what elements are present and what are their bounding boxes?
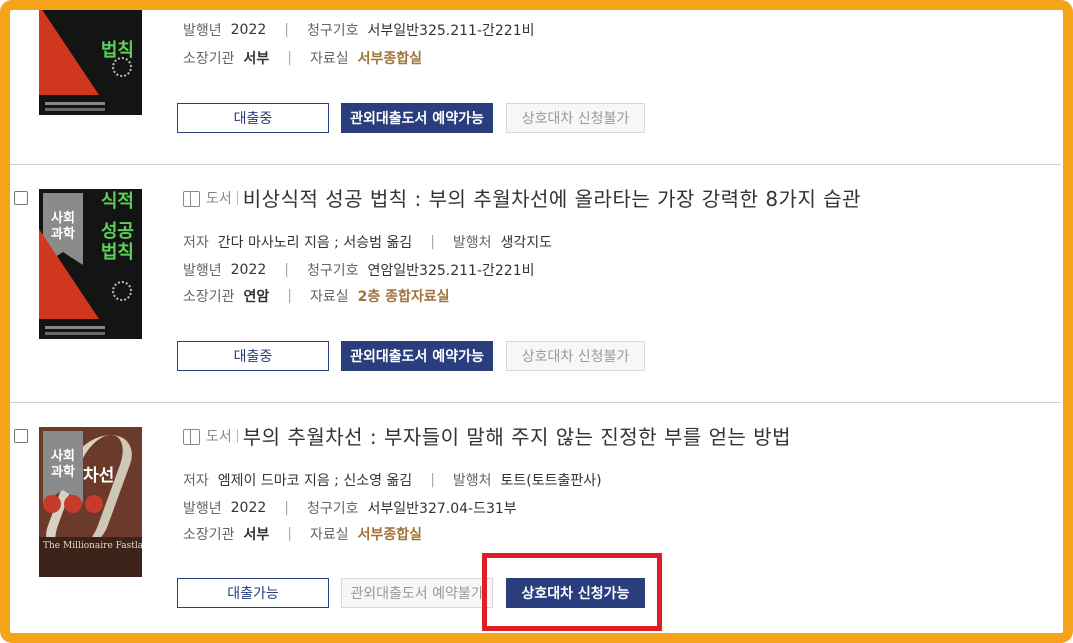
room-value: 서부종합실 [357,51,423,67]
cover-title-text: 차선 [83,466,115,486]
publisher-value: 토트(토트출판사) [500,473,602,489]
cover-english-title: The Millionaire Fastlane [43,541,142,551]
meta-divider: | [284,262,289,278]
meta-row-author: 저자 간다 마사노리 지음 ; 서승범 옮김 | 발행처 생각지도 [183,232,552,252]
author-value: 간다 마사노리 지음 ; 서승범 옮김 [217,235,413,251]
badge-line-1: 사회 [51,449,75,464]
badge-line-1: 사회 [51,211,75,226]
call-number-label: 청구기호 [307,501,359,517]
material-type-label: 도서 [206,428,232,445]
result-item-1: 법칙 발행년 2022 | 청구기호 서부일반325.211-간221비 소장기… [10,0,1061,165]
holding-library-value: 서부 [243,51,270,67]
book-cover-image[interactable]: 사회 과학 차선 The Millionaire Fastlane [39,427,142,577]
meta-divider: | [430,472,435,488]
loan-status-button[interactable]: 대출가능 [177,578,329,608]
book-cover-image[interactable]: 식적 사회 과학 성공 법칙 [39,189,142,339]
room-value: 2층 종합자료실 [357,289,450,305]
call-number-value: 연암일반325.211-간221비 [367,263,535,279]
book-title-link[interactable]: 비상식적 성공 법칙 : 부의 추월차선에 올라타는 가장 강력한 8가지 습관 [243,183,861,212]
holding-library-label: 소장기관 [183,527,235,543]
call-number-value: 서부일반325.211-간221비 [367,23,535,39]
interlibrary-loan-button[interactable]: 상호대차 신청불가 [506,103,645,133]
meta-row-location: 소장기관 연암 | 자료실 2층 종합자료실 [183,286,450,306]
pub-year-label: 발행년 [183,23,222,39]
holding-library-label: 소장기관 [183,51,235,67]
holding-library-value: 연암 [243,289,270,305]
meta-divider: | [287,50,293,66]
meta-row-pubinfo: 발행년 2022 | 청구기호 서부일반327.04-드31부 [183,498,517,518]
badge-line-2: 과학 [51,465,75,480]
publisher-value: 생각지도 [500,235,553,251]
cover-title-line-2: 법칙 [100,242,134,263]
publisher-label: 발행처 [452,473,492,489]
title-row: 도서 부의 추월차선 : 부자들이 말해 주지 않는 진정한 부를 얻는 방법 [183,421,791,450]
pub-year-value: 2022 [230,500,267,516]
pub-year-value: 2022 [230,22,267,38]
author-label: 저자 [183,473,209,489]
room-value: 서부종합실 [357,527,423,543]
type-separator [236,190,238,205]
call-number-value: 서부일반327.04-드31부 [367,501,517,517]
call-number-label: 청구기호 [307,263,359,279]
meta-divider: | [284,500,289,516]
pub-year-label: 발행년 [183,501,222,517]
cover-blurb [45,102,105,105]
publisher-label: 발행처 [452,235,492,251]
meta-divider: | [284,22,289,38]
reserve-button[interactable]: 관외대출도서 예약가능 [341,103,493,133]
title-row: 도서 비상식적 성공 법칙 : 부의 추월차선에 올라타는 가장 강력한 8가지… [183,183,861,212]
meta-row-author: 저자 엠제이 드마코 지음 ; 신소영 옮김 | 발행처 토트(토트출판사) [183,470,602,490]
meta-row-location: 소장기관 서부 | 자료실 서부종합실 [183,48,422,68]
reserve-button[interactable]: 관외대출도서 예약가능 [341,341,493,371]
interlibrary-loan-button[interactable]: 상호대차 신청가능 [506,578,645,608]
meta-row-location: 소장기관 서부 | 자료실 서부종합실 [183,524,422,544]
loan-status-button[interactable]: 대출중 [177,103,329,133]
holding-library-value: 서부 [243,527,270,543]
cover-blurb [45,326,105,329]
select-checkbox[interactable] [14,191,28,205]
room-label: 자료실 [310,289,349,305]
book-cover-image[interactable]: 법칙 [39,0,142,115]
author-value: 엠제이 드마코 지음 ; 신소영 옮김 [217,473,413,489]
cover-dots [43,495,103,513]
award-wreath-icon [112,57,132,77]
cover-top-text: 식적 [100,191,134,212]
author-label: 저자 [183,235,209,251]
result-item-2: 식적 사회 과학 성공 법칙 도서 비상식적 성공 법칙 : 부의 추월차선에 … [10,165,1061,403]
interlibrary-loan-button[interactable]: 상호대차 신청불가 [506,341,645,371]
meta-divider: | [287,526,293,542]
award-wreath-icon [112,281,132,301]
type-separator [236,428,238,443]
material-type-label: 도서 [206,190,232,207]
book-icon [183,428,200,445]
cover-arrow-graphic [39,5,99,95]
call-number-label: 청구기호 [307,23,359,39]
meta-row-pubinfo: 발행년 2022 | 청구기호 서부일반325.211-간221비 [183,20,534,40]
select-checkbox[interactable] [14,429,28,443]
search-results-list: 법칙 발행년 2022 | 청구기호 서부일반325.211-간221비 소장기… [10,0,1061,643]
room-label: 자료실 [310,527,349,543]
cover-arrow-graphic [39,229,99,319]
meta-row-pubinfo: 발행년 2022 | 청구기호 연암일반325.211-간221비 [183,260,534,280]
pub-year-label: 발행년 [183,263,222,279]
meta-divider: | [287,288,293,304]
meta-divider: | [430,234,435,250]
room-label: 자료실 [310,51,349,67]
loan-status-button[interactable]: 대출중 [177,341,329,371]
book-icon [183,190,200,207]
book-title-link[interactable]: 부의 추월차선 : 부자들이 말해 주지 않는 진정한 부를 얻는 방법 [243,421,791,450]
result-item-3: 사회 과학 차선 The Millionaire Fastlane 도서 부의 … [10,403,1061,643]
holding-library-label: 소장기관 [183,289,235,305]
pub-year-value: 2022 [230,262,267,278]
cover-title-line-1: 성공 [100,221,134,242]
reserve-button[interactable]: 관외대출도서 예약불가 [341,578,493,608]
